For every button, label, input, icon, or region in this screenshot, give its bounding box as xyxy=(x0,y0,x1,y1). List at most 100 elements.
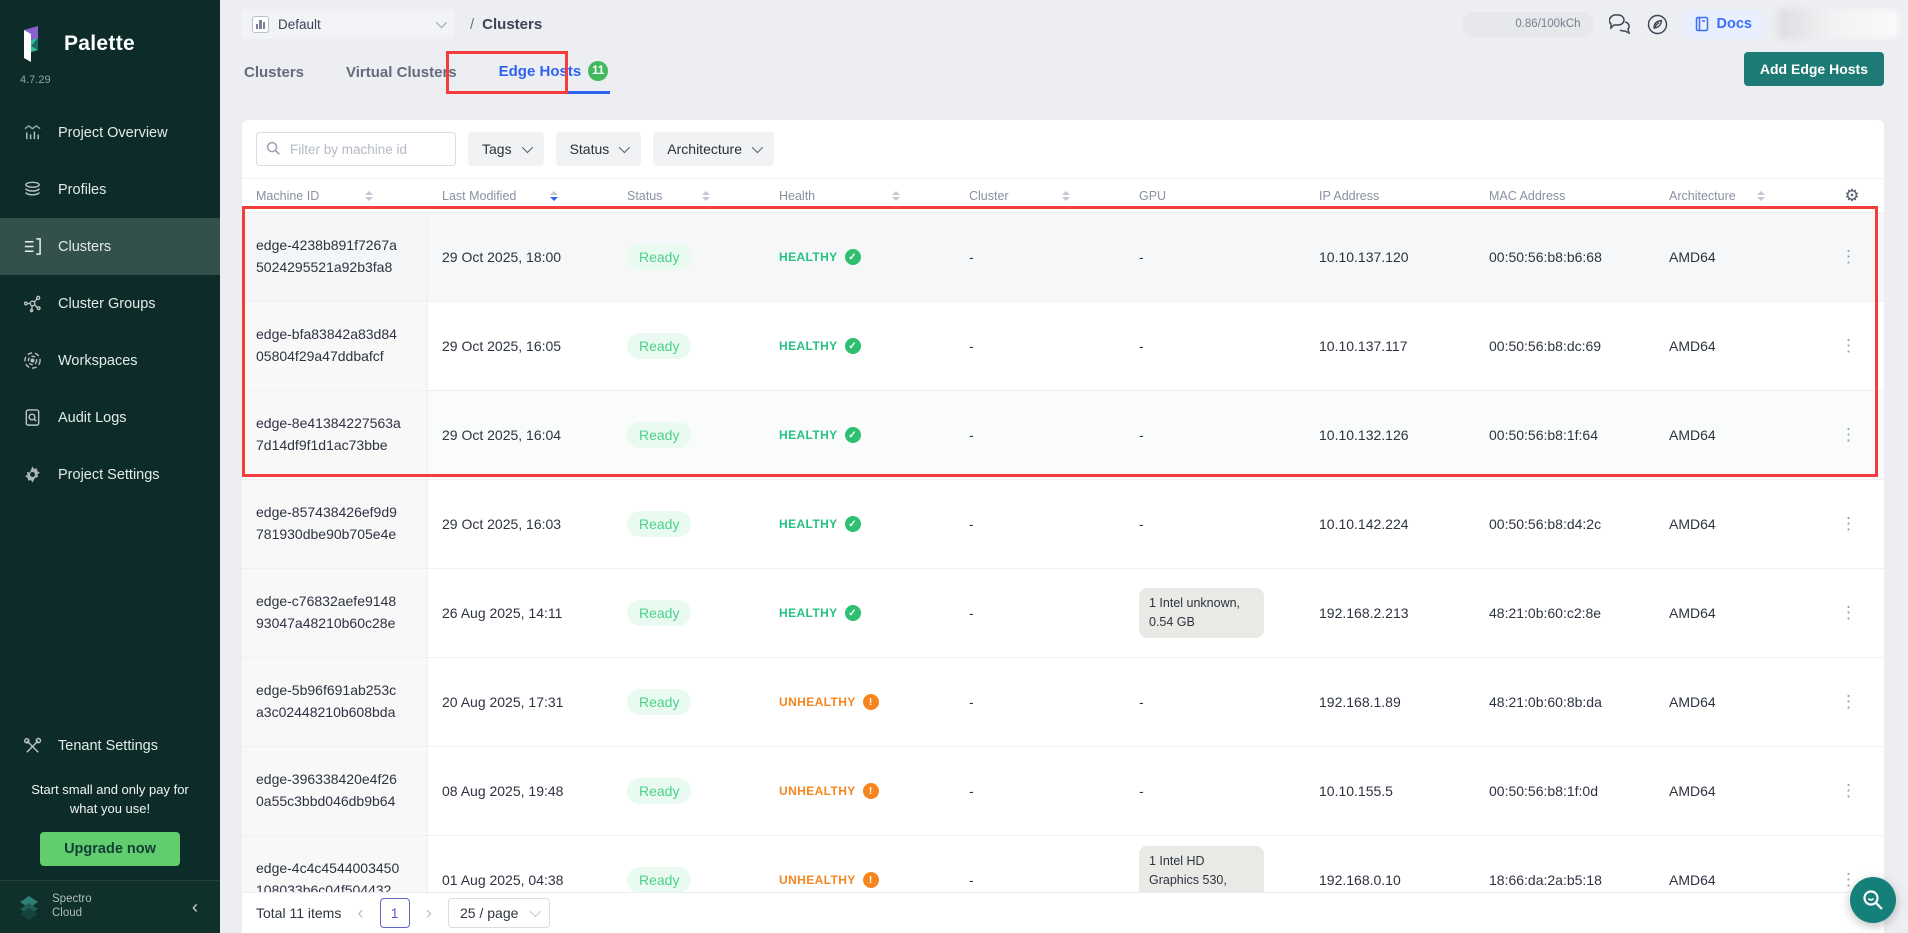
column-header-status[interactable]: Status xyxy=(613,179,765,212)
cell-health: UNHEALTHY! xyxy=(765,836,955,892)
docs-button[interactable]: Docs xyxy=(1683,10,1763,39)
row-menu-icon[interactable]: ⋮ xyxy=(1834,599,1863,627)
prev-page-button[interactable]: ‹ xyxy=(357,904,363,923)
cell-last-modified: 29 Oct 2025, 16:03 xyxy=(428,480,613,568)
column-header-last-modified[interactable]: Last Modified xyxy=(428,179,613,212)
health-badge: UNHEALTHY! xyxy=(779,872,879,888)
row-menu-icon[interactable]: ⋮ xyxy=(1834,510,1863,538)
cell-machine-id: edge-c76832aefe914893047a48210b60c28e xyxy=(242,569,428,657)
cell-last-modified: 29 Oct 2025, 16:05 xyxy=(428,302,613,390)
sidebar-collapse-icon[interactable]: ‹ xyxy=(192,897,204,918)
cell-machine-id: edge-bfa83842a83d8405804f29a47ddbafcf xyxy=(242,302,428,390)
sidebar-item-clusters[interactable]: Clusters xyxy=(0,218,220,275)
status-badge: Ready xyxy=(627,333,691,359)
search-assistant-button[interactable] xyxy=(1850,877,1896,923)
sidebar-item-workspaces[interactable]: Workspaces xyxy=(0,332,220,389)
cell-mac-address: 18:66:da:2a:b5:18 xyxy=(1475,836,1655,892)
sidebar-item-project-settings[interactable]: Project Settings xyxy=(0,446,220,503)
tags-filter-dropdown[interactable]: Tags xyxy=(468,132,544,166)
app-title: Palette xyxy=(64,32,135,56)
support-button[interactable] xyxy=(1647,14,1668,35)
cell-status: Ready xyxy=(613,569,765,657)
cell-cluster: - xyxy=(955,213,1125,301)
chat-button[interactable] xyxy=(1609,14,1632,35)
column-header-gpu[interactable]: GPU xyxy=(1125,179,1305,212)
column-header-architecture[interactable]: Architecture xyxy=(1655,179,1820,212)
status-filter-dropdown[interactable]: Status xyxy=(556,132,642,166)
table-row[interactable]: edge-bfa83842a83d8405804f29a47ddbafcf 29… xyxy=(242,302,1884,391)
sidebar: Palette 4.7.29 Project Overview Profiles… xyxy=(0,0,220,933)
sort-icon[interactable] xyxy=(702,191,710,201)
cell-architecture: AMD64 xyxy=(1655,391,1820,479)
table-row[interactable]: edge-857438426ef9d9781930dbe90b705e4e 29… xyxy=(242,480,1884,569)
sort-icon[interactable] xyxy=(365,191,373,201)
column-header-mac-address[interactable]: MAC Address xyxy=(1475,179,1655,212)
sidebar-item-profiles[interactable]: Profiles xyxy=(0,161,220,218)
table-row[interactable]: edge-396338420e4f260a55c3bbd046db9b64 08… xyxy=(242,747,1884,836)
next-page-button[interactable]: › xyxy=(426,904,432,923)
cell-cluster: - xyxy=(955,569,1125,657)
sidebar-item-tenant-settings[interactable]: Tenant Settings xyxy=(0,718,220,775)
cell-gpu: 1 Intel HD Graphics 530, 0.54 GB xyxy=(1125,836,1305,892)
sidebar-item-project-overview[interactable]: Project Overview xyxy=(0,104,220,161)
column-header-ip-address[interactable]: IP Address xyxy=(1305,179,1475,212)
cell-status: Ready xyxy=(613,836,765,892)
sidebar-item-cluster-groups[interactable]: Cluster Groups xyxy=(0,275,220,332)
sort-icon[interactable] xyxy=(1757,191,1765,201)
cell-status: Ready xyxy=(613,302,765,390)
sidebar-item-audit-logs[interactable]: Audit Logs xyxy=(0,389,220,446)
row-menu-icon[interactable]: ⋮ xyxy=(1834,777,1863,805)
tabs: Clusters Virtual Clusters Edge Hosts 11 xyxy=(242,61,610,94)
breadcrumb-separator: / xyxy=(470,16,474,33)
tab-edge-hosts[interactable]: Edge Hosts 11 xyxy=(497,61,611,94)
row-menu-icon[interactable]: ⋮ xyxy=(1834,688,1863,716)
user-menu-redacted[interactable] xyxy=(1778,9,1898,39)
workspace-rings-icon xyxy=(22,351,42,371)
cell-last-modified: 26 Aug 2025, 14:11 xyxy=(428,569,613,657)
cell-machine-id: edge-5b96f691ab253ca3c02448210b608bda xyxy=(242,658,428,746)
column-header-health[interactable]: Health xyxy=(765,179,955,212)
sort-icon[interactable] xyxy=(892,191,900,201)
sidebar-item-label: Tenant Settings xyxy=(58,738,158,754)
cell-mac-address: 00:50:56:b8:d4:2c xyxy=(1475,480,1655,568)
tab-clusters[interactable]: Clusters xyxy=(242,64,306,94)
bar-chart-icon xyxy=(22,123,42,143)
cell-machine-id: edge-396338420e4f260a55c3bbd046db9b64 xyxy=(242,747,428,835)
sort-icon[interactable] xyxy=(1062,191,1070,201)
status-badge: Ready xyxy=(627,867,691,892)
cell-architecture: AMD64 xyxy=(1655,658,1820,746)
row-menu-icon[interactable]: ⋮ xyxy=(1834,243,1863,271)
cell-machine-id: edge-4c4c4544003450108033b6c04f504432 xyxy=(242,836,428,892)
cell-architecture: AMD64 xyxy=(1655,836,1820,892)
machine-id-filter-input[interactable] xyxy=(256,132,456,166)
table-row[interactable]: edge-c76832aefe914893047a48210b60c28e 26… xyxy=(242,569,1884,658)
column-header-machine-id[interactable]: Machine ID xyxy=(242,179,428,212)
cell-health: HEALTHY✓ xyxy=(765,480,955,568)
column-header-cluster[interactable]: Cluster xyxy=(955,179,1125,212)
table-row[interactable]: edge-4238b891f7267a5024295521a92b3fa8 29… xyxy=(242,213,1884,302)
table-row[interactable]: edge-8e41384227563a7d14df9f1d1ac73bbe 29… xyxy=(242,391,1884,480)
cell-ip-address: 10.10.132.126 xyxy=(1305,391,1475,479)
column-settings-gear-icon[interactable]: ⚙ xyxy=(1820,179,1884,212)
add-edge-hosts-button[interactable]: Add Edge Hosts xyxy=(1744,52,1884,86)
cell-architecture: AMD64 xyxy=(1655,569,1820,657)
tab-virtual-clusters[interactable]: Virtual Clusters xyxy=(344,64,459,94)
architecture-filter-dropdown[interactable]: Architecture xyxy=(653,132,774,166)
row-menu-icon[interactable]: ⋮ xyxy=(1834,421,1863,449)
breadcrumb-current[interactable]: Clusters xyxy=(482,16,542,33)
project-selector[interactable]: Default xyxy=(242,9,454,39)
health-badge: HEALTHY✓ xyxy=(779,427,861,443)
table-row[interactable]: edge-4c4c4544003450108033b6c04f504432 01… xyxy=(242,836,1884,892)
cell-gpu: 1 Intel unknown, 0.54 GB xyxy=(1125,569,1305,657)
page-number[interactable]: 1 xyxy=(380,898,410,928)
sort-icon[interactable] xyxy=(550,191,558,201)
page-size-value: 25 / page xyxy=(460,905,518,921)
cell-ip-address: 192.168.2.213 xyxy=(1305,569,1475,657)
cell-cluster: - xyxy=(955,836,1125,892)
table-row[interactable]: edge-5b96f691ab253ca3c02448210b608bda 20… xyxy=(242,658,1884,747)
cell-last-modified: 08 Aug 2025, 19:48 xyxy=(428,747,613,835)
upgrade-now-button[interactable]: Upgrade now xyxy=(40,832,180,866)
page-size-select[interactable]: 25 / page xyxy=(448,898,550,928)
cell-health: HEALTHY✓ xyxy=(765,213,955,301)
row-menu-icon[interactable]: ⋮ xyxy=(1834,332,1863,360)
